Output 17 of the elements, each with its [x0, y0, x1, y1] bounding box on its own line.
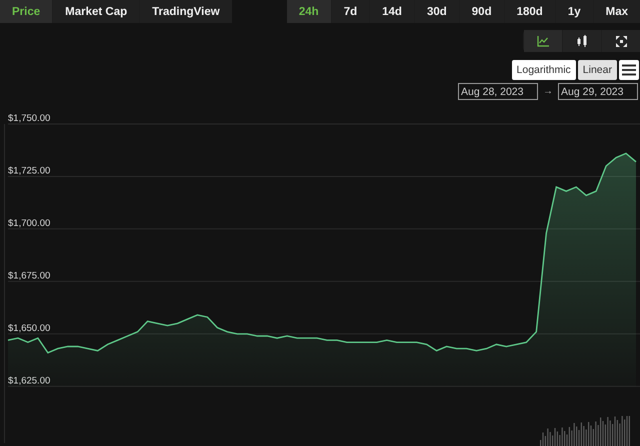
y-axis-label: $1,650.00: [8, 322, 50, 334]
fullscreen-icon[interactable]: [602, 30, 640, 52]
y-axis-label: $1,750.00: [8, 113, 50, 124]
y-axis-label: $1,625.00: [8, 375, 50, 386]
arrow-text: →: [543, 86, 553, 97]
chart-tab[interactable]: Price: [0, 0, 52, 23]
candlestick-icon[interactable]: [563, 30, 601, 52]
y-axis-label: $1,725.00: [8, 165, 50, 176]
start-date-field[interactable]: Aug 28, 2023: [458, 83, 538, 100]
scale-button[interactable]: Logarithmic: [512, 60, 576, 80]
y-axis-label: $1,700.00: [8, 218, 50, 229]
y-axis-label: $1,675.00: [8, 270, 50, 282]
line-chart-icon[interactable]: [524, 30, 562, 52]
range-tab[interactable]: 24h: [286, 0, 331, 23]
end-date-field[interactable]: Aug 29, 2023: [558, 83, 638, 100]
scale-button[interactable]: Linear: [578, 60, 617, 80]
menu-icon[interactable]: [619, 60, 639, 80]
